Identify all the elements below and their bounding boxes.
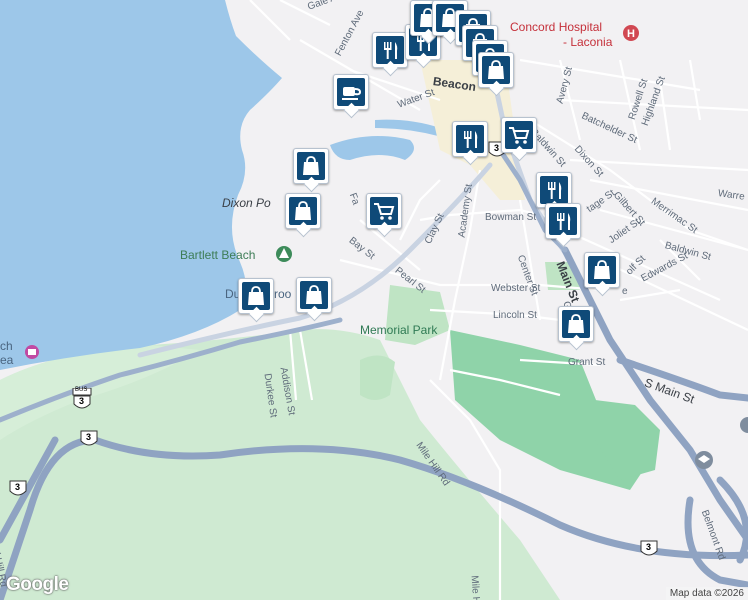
label-beach-area-1: ch (0, 339, 13, 353)
route-shield-b: 3 (9, 480, 29, 498)
map-marker-shopping-bag[interactable] (558, 306, 594, 342)
label-bowman-st: Bowman St (485, 212, 537, 223)
google-logo: Google (6, 574, 69, 595)
map-canvas[interactable]: H Gale Ave Fenton Ave Beacon Water St Di… (0, 0, 748, 600)
map-marker-restaurant[interactable] (372, 32, 408, 68)
label-lincoln-st: Lincoln St (493, 310, 537, 321)
svg-text:H: H (627, 28, 635, 40)
map-marker-shopping-bag[interactable] (293, 148, 329, 184)
label-dixon-pond: Dixon Po (222, 196, 271, 210)
route-number: 3 (15, 482, 21, 492)
route-bus-top: BUS (75, 387, 88, 393)
map-attribution[interactable]: Map data ©2026 (665, 587, 748, 600)
map-marker-cafe[interactable] (333, 74, 369, 110)
map-marker-shopping-bag[interactable] (478, 52, 514, 88)
label-hospital-line-1: Concord Hospital (510, 20, 603, 34)
route-number: 3 (86, 432, 92, 442)
map-marker-shopping-bag[interactable] (238, 278, 274, 314)
route-number: 3 (646, 542, 652, 552)
label-bartlett-beach: Bartlett Beach (180, 248, 256, 262)
route-shield-a: 3 (80, 430, 100, 448)
label-beach-area-2: ea (0, 353, 14, 367)
map-marker-shopping-bag[interactable] (296, 277, 332, 313)
map-marker-restaurant[interactable] (452, 121, 488, 157)
map-marker-restaurant[interactable] (545, 203, 581, 239)
label-hospital-line-2: - Laconia (563, 35, 613, 49)
map-marker-shopping-cart[interactable] (366, 193, 402, 229)
route-shield-c: 3 (640, 540, 660, 558)
map-marker-shopping-cart[interactable] (501, 117, 537, 153)
map-marker-shopping-bag[interactable] (285, 193, 321, 229)
route-number: 3 (494, 143, 500, 153)
route-shield-bus: BUS 3 (72, 387, 92, 409)
label-grant-st: Grant St (568, 357, 606, 368)
label-memorial-park: Memorial Park (360, 323, 438, 337)
map-marker-shopping-bag[interactable] (584, 252, 620, 288)
label-e: e (622, 286, 628, 297)
route-bus-number: 3 (79, 396, 85, 406)
label-webster-st: Webster St (491, 283, 541, 294)
